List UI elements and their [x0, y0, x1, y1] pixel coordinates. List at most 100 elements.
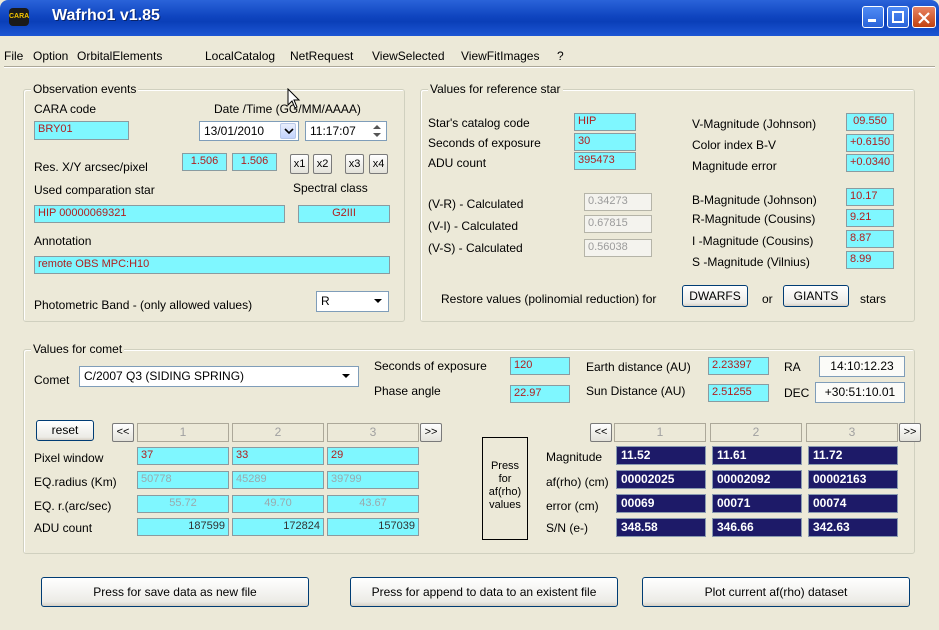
sun-distance-field[interactable]: 2.51255	[708, 384, 769, 402]
res-y-field[interactable]: 1.506	[232, 153, 277, 171]
close-button[interactable]	[912, 6, 936, 28]
spinner-arrows-icon[interactable]	[370, 123, 384, 139]
sn-2: 346.66	[712, 518, 802, 537]
eq-arc-label: EQ. r.(arc/sec)	[34, 499, 112, 513]
comet-exposure-field[interactable]: 120	[510, 357, 570, 375]
next-button[interactable]: >>	[420, 423, 442, 442]
magerr-field[interactable]: +0.0340	[846, 154, 894, 172]
cara-code-label: CARA code	[34, 102, 97, 116]
bmag-label: B-Magnitude (Johnson)	[692, 193, 817, 207]
append-file-button[interactable]: Press for append to data to an existent …	[350, 577, 618, 607]
phase-angle-field[interactable]: 22.97	[510, 385, 570, 403]
menu-help[interactable]: ?	[557, 49, 564, 63]
time-value: 11:17:07	[310, 124, 356, 138]
imag-field[interactable]: 8.87	[846, 230, 894, 248]
result-col-header-2: 2	[710, 423, 802, 442]
menu-net-request[interactable]: NetRequest	[290, 49, 353, 63]
reset-button[interactable]: reset	[36, 420, 94, 441]
annotation-field[interactable]: remote OBS MPC:H10	[34, 256, 390, 274]
spectral-class-field[interactable]: G2III	[298, 205, 390, 223]
eq-radius-1: 50778	[137, 471, 229, 489]
smag-field[interactable]: 8.99	[846, 251, 894, 269]
pixel-window-3[interactable]: 29	[327, 447, 419, 465]
comet-legend: Values for comet	[31, 342, 125, 356]
compute-afrho-button[interactable]: Press for af(rho) values	[482, 437, 528, 540]
observation-events-legend: Observation events	[31, 82, 139, 96]
adu-count-label: ADU count	[34, 521, 93, 535]
bv-field[interactable]: +0.6150	[846, 134, 894, 152]
chevron-down-icon[interactable]	[280, 123, 296, 139]
error-3: 00074	[808, 494, 898, 513]
results-next-button[interactable]: >>	[899, 423, 921, 442]
menu-view-selected[interactable]: ViewSelected	[372, 49, 445, 63]
window-title: Wafrho1 v1.85	[52, 7, 160, 24]
vmag-field[interactable]: 09.550	[846, 113, 894, 131]
smag-label: S -Magnitude (Vilnius)	[692, 255, 810, 269]
earth-distance-field[interactable]: 2.23397	[708, 357, 769, 375]
menu-local-catalog[interactable]: LocalCatalog	[205, 49, 275, 63]
comet-select[interactable]: C/2007 Q3 (SIDING SPRING)	[79, 366, 359, 387]
menu-file[interactable]: File	[4, 49, 23, 63]
prev-button[interactable]: <<	[112, 423, 134, 442]
zoom-x2-button[interactable]: x2	[313, 154, 332, 174]
magnitude-2: 11.61	[712, 446, 802, 465]
rmag-label: R-Magnitude (Cousins)	[692, 212, 816, 226]
vi-field: 0.67815	[584, 215, 652, 233]
bmag-field[interactable]: 10.17	[846, 188, 894, 206]
magnitude-1: 11.52	[616, 446, 706, 465]
plot-afrho-button[interactable]: Plot current af(rho) dataset	[642, 577, 910, 607]
minimize-button[interactable]	[862, 6, 884, 28]
save-new-file-button[interactable]: Press for save data as new file	[41, 577, 309, 607]
menu-option[interactable]: Option	[33, 49, 68, 63]
afrho-label: af(rho) (cm)	[546, 475, 609, 489]
time-spinner[interactable]: 11:17:07	[305, 121, 387, 141]
minimize-icon	[868, 19, 876, 22]
comet-exposure-label: Seconds of exposure	[374, 359, 487, 373]
giants-button[interactable]: GIANTS	[783, 285, 849, 307]
afrho-2: 00002092	[712, 470, 802, 489]
pixel-window-2[interactable]: 33	[232, 447, 324, 465]
res-x-field[interactable]: 1.506	[182, 153, 227, 171]
ref-exposure-field[interactable]: 30	[574, 133, 636, 151]
menu-orbital-elements[interactable]: OrbitalElements	[77, 49, 162, 63]
rmag-field[interactable]: 9.21	[846, 209, 894, 227]
eq-arc-2: 49.70	[232, 495, 324, 513]
magnitude-label: Magnitude	[546, 450, 603, 464]
magnitude-3: 11.72	[808, 446, 898, 465]
chevron-down-icon[interactable]	[340, 370, 352, 382]
catalog-code-field[interactable]: HIP	[574, 113, 636, 131]
magerr-label: Magnitude error	[692, 159, 777, 173]
reference-star-legend: Values for reference star	[428, 82, 563, 96]
eq-radius-3: 39799	[327, 471, 419, 489]
zoom-x4-button[interactable]: x4	[369, 154, 388, 174]
error-1: 00069	[616, 494, 706, 513]
col-header-1: 1	[137, 423, 229, 442]
ref-adu-field[interactable]: 395473	[574, 152, 636, 170]
menu-view-fit-images[interactable]: ViewFitImages	[461, 49, 539, 63]
zoom-x1-button[interactable]: x1	[290, 154, 309, 174]
dwarfs-button[interactable]: DWARFS	[682, 285, 748, 307]
chevron-down-icon[interactable]	[372, 295, 384, 307]
maximize-button[interactable]	[887, 6, 909, 28]
zoom-x3-button[interactable]: x3	[345, 154, 364, 174]
photometric-band-label: Photometric Band - (only allowed values)	[34, 298, 253, 312]
sn-1: 348.58	[616, 518, 706, 537]
pixel-window-1[interactable]: 37	[137, 447, 229, 465]
comp-star-label: Used comparation star	[34, 183, 155, 197]
comp-star-field[interactable]: HIP 00000069321	[34, 205, 285, 223]
eq-radius-label: EQ.radius (Km)	[34, 475, 117, 489]
date-picker[interactable]: 13/01/2010	[199, 121, 299, 141]
vr-label: (V-R) - Calculated	[428, 197, 524, 211]
sn-3: 342.63	[808, 518, 898, 537]
result-col-header-3: 3	[806, 423, 898, 442]
error-2: 00071	[712, 494, 802, 513]
photometric-band-select[interactable]: R	[316, 291, 389, 312]
results-prev-button[interactable]: <<	[590, 423, 612, 442]
ra-field: 14:10:12.23	[819, 356, 905, 377]
eq-arc-3: 43.67	[327, 495, 419, 513]
error-label: error (cm)	[546, 499, 599, 513]
cara-code-field[interactable]: BRY01	[34, 121, 129, 140]
vs-field: 0.56038	[584, 239, 652, 257]
col-header-2: 2	[232, 423, 324, 442]
app-icon: CARA	[9, 8, 29, 26]
